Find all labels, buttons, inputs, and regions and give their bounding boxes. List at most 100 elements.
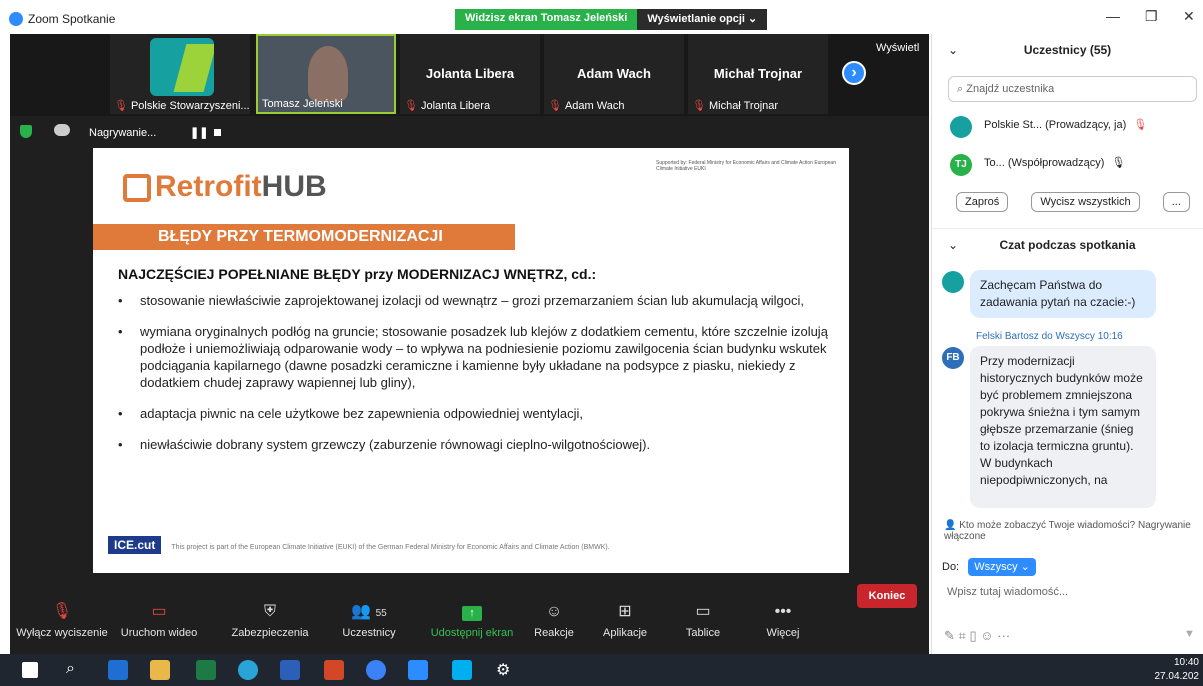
slide-banner: BŁĘDY PRZY TERMOMODERNIZACJI (93, 224, 515, 250)
unmute-button[interactable]: 🎙 Wyłącz wyciszenie (12, 600, 112, 639)
meeting-area: 🎙 Polskie Stowarzyszeni... Tomasz Jeleńsk… (10, 34, 929, 654)
send-icon[interactable]: ▼ (1184, 628, 1195, 640)
next-page-icon[interactable]: › (842, 61, 866, 85)
start-video-button[interactable]: ▭ Uruchom wideo (109, 600, 209, 639)
chat-tools: ✎ ⌗ ▯ ☺ ··· (944, 628, 1010, 644)
skype-icon[interactable] (452, 660, 472, 680)
mic-muted-icon[interactable]: 🎙 (1133, 119, 1147, 131)
supporter-logos: Supported by: Federal Ministry for Econo… (656, 160, 836, 172)
ice-cut-logo: ICE.cut (108, 536, 162, 554)
title-bar: Zoom Spotkanie Widzisz ekran Tomasz Jele… (0, 0, 1203, 34)
file-explorer-icon[interactable] (150, 660, 170, 680)
house-icon (123, 174, 151, 203)
participant-tile[interactable]: Michał Trojnar 🎙 Michał Trojnar (688, 34, 828, 114)
recipient-select[interactable]: Wszyscy ⌄ (968, 558, 1036, 576)
stop-recording-icon[interactable] (214, 129, 221, 136)
participant-tile[interactable]: Jolanta Libera 🎙 Jolanta Libera (400, 34, 540, 114)
recording-bar: Nagrywanie... ❚❚ (10, 118, 929, 146)
avatar (942, 271, 964, 293)
security-button[interactable]: ⛨ Zabezpieczenia (220, 600, 320, 639)
more-button[interactable]: ••• Więcej (733, 600, 833, 639)
chat-message: Zachęcam Państwa do zadawania pytań na c… (970, 270, 1156, 318)
participant-tile[interactable]: Adam Wach 🎙 Adam Wach (544, 34, 684, 114)
word-icon[interactable] (280, 660, 300, 680)
visibility-text: Kto może zobaczyć Twoje wiadomości? Nagr… (944, 520, 1191, 542)
participant-name: Michał Trojnar (713, 66, 803, 81)
excel-icon[interactable] (196, 660, 216, 680)
participant-search-input[interactable]: ⌕ Znajdź uczestnika (948, 76, 1197, 102)
more-icon[interactable]: ··· (997, 628, 1010, 643)
participants-button[interactable]: 👥 55 Uczestnicy (319, 600, 419, 639)
screenshot-icon[interactable]: ⌗ (959, 628, 966, 643)
powerpoint-icon[interactable] (324, 660, 344, 680)
toolbar-label: Uruchom wideo (120, 627, 198, 639)
toolbar-label: Wyłącz wyciszenie (16, 627, 108, 639)
more-icon: ••• (774, 603, 792, 620)
mic-muted-icon: 🎙 (692, 100, 706, 112)
participants-header: ⌄ Uczestnicy (55) (932, 34, 1203, 66)
view-options-button[interactable]: Wyświetlanie opcji ⌄ (637, 9, 768, 30)
mic-muted-icon: 🎙 (51, 603, 73, 620)
participant-role: (Prowadzący, ja) (1045, 119, 1127, 131)
participants-icon: 👥 55 (351, 603, 387, 620)
restore-icon[interactable]: ❐ (1145, 8, 1158, 25)
recipient-row: Do: Wszyscy ⌄ (942, 558, 1036, 576)
chat-title: Czat podczas spotkania (999, 238, 1136, 252)
org-logo (150, 38, 214, 96)
chat-sender: Felski Bartosz do Wszyscy 10:16 (976, 331, 1123, 342)
slide-bullets: stosowanie niewłaściwie zaprojektowanej … (118, 292, 833, 467)
more-options-button[interactable]: ... (1162, 192, 1190, 212)
minimize-icon[interactable]: — (1106, 8, 1120, 24)
participant-row[interactable]: Polskie St... (Prowadzący, ja) 🎙 (932, 108, 1203, 146)
participant-tile[interactable]: Tomasz Jeleński (256, 34, 396, 114)
emoji-icon[interactable]: ☺ (980, 628, 993, 643)
end-meeting-button[interactable]: Koniec (857, 584, 917, 608)
pause-recording-icon[interactable]: ❚❚ (190, 126, 208, 139)
mute-all-button[interactable]: Wycisz wszystkich (1031, 192, 1140, 212)
chat-input[interactable]: Wpisz tutaj wiadomość... (947, 586, 1068, 598)
outlook-icon[interactable] (108, 660, 128, 680)
mic-muted-icon: 🎙 (404, 100, 418, 112)
retrofit-hub-logo: RetrofitHUB (123, 170, 327, 204)
zoom-taskbar-icon[interactable] (408, 660, 428, 680)
list-item: adaptacja piwnic na cele użytkowe bez za… (118, 405, 833, 422)
search-placeholder: Znajdź uczestnika (966, 83, 1055, 95)
participant-role: (Współprowadzący) (1007, 157, 1105, 169)
cloud-record-icon (54, 124, 70, 136)
slide-footer: ICE.cut This project is part of the Europ… (108, 536, 610, 554)
settings-icon[interactable]: ⚙ (496, 660, 510, 680)
mic-muted-icon: 🎙 (114, 100, 128, 112)
chat-message: Przy modernizacji historycznych budynków… (970, 346, 1156, 508)
participant-tile[interactable]: 🎙 Polskie Stowarzyszeni... (110, 34, 250, 114)
close-icon[interactable]: ✕ (1183, 8, 1195, 25)
mic-icon[interactable]: 🎙 (1112, 157, 1126, 169)
view-overflow-label[interactable]: Wyświetl (876, 42, 919, 54)
shield-check-icon (20, 125, 32, 138)
video-strip: 🎙 Polskie Stowarzyszeni... Tomasz Jeleńsk… (10, 34, 929, 116)
collapse-chevron-icon[interactable]: ⌄ (948, 229, 958, 261)
format-icon[interactable]: ✎ (944, 628, 955, 643)
recording-label: Nagrywanie... (89, 127, 157, 139)
participant-caption: Adam Wach (564, 100, 625, 112)
share-status: Widzisz ekran Tomasz Jeleński (455, 9, 638, 30)
chat-visibility-note: 👤 Kto może zobaczyć Twoje wiadomości? Na… (944, 520, 1200, 542)
toolbar-label: Więcej (766, 627, 800, 639)
chevron-down-icon: ⌄ (748, 13, 758, 25)
list-item: stosowanie niewłaściwie zaprojektowanej … (118, 292, 833, 309)
edge-icon[interactable] (238, 660, 258, 680)
toolbar-label: Zabezpieczenia (231, 627, 309, 639)
search-icon[interactable]: ⌕ (66, 660, 75, 678)
avatar (950, 116, 972, 138)
chrome-icon[interactable] (366, 660, 386, 680)
clock-time: 10:40 (1173, 657, 1199, 668)
collapse-chevron-icon[interactable]: ⌄ (948, 34, 958, 66)
clock[interactable]: 10:40 27.04.202 (1155, 656, 1200, 684)
participant-row[interactable]: TJ To... (Współprowadzący) 🎙 (932, 146, 1203, 184)
invite-button[interactable]: Zaproś (956, 192, 1009, 212)
toolbar-label: Uczestnicy (342, 627, 396, 639)
file-icon[interactable]: ▯ (969, 628, 976, 643)
windows-start-icon[interactable] (22, 662, 38, 678)
participant-name: Adam Wach (577, 66, 651, 81)
view-options-label: Wyświetlanie opcji (647, 13, 745, 25)
people-icon: 👤 (944, 520, 957, 531)
